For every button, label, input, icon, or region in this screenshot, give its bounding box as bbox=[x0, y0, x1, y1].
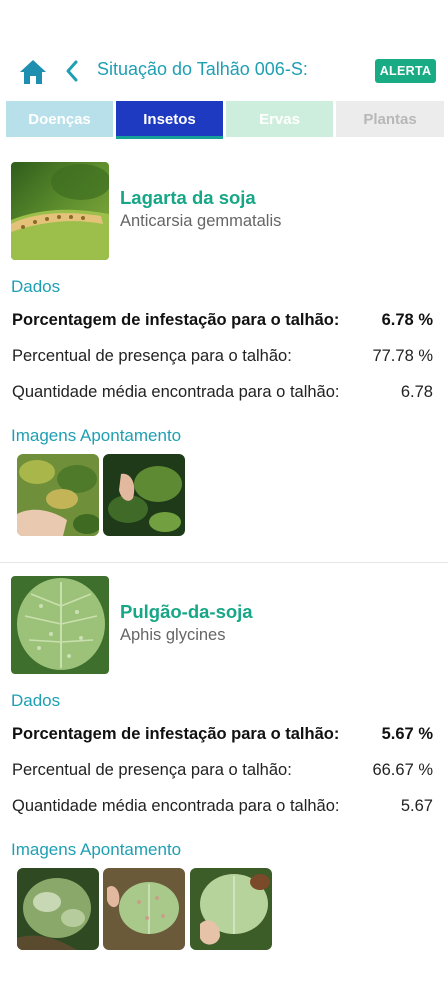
pest-name: Lagarta da soja bbox=[120, 187, 256, 208]
row-value: 77.78 % bbox=[372, 347, 433, 365]
row-value: 5.67 bbox=[400, 797, 433, 815]
row-label: Quantidade média encontrada para o talhã… bbox=[12, 797, 340, 815]
data-section-label: Dados bbox=[11, 691, 61, 710]
row-value: 5.67 % bbox=[381, 725, 433, 743]
row-label: Percentual de presença para o talhão: bbox=[12, 347, 292, 365]
back-chevron-icon[interactable] bbox=[62, 58, 82, 84]
row-label: Percentual de presença para o talhão: bbox=[12, 761, 292, 779]
row-value: 6.78 bbox=[400, 383, 433, 401]
aphid-leaf-photo bbox=[11, 576, 109, 674]
category-tabs: Doenças Insetos Ervas Plantas bbox=[6, 101, 444, 139]
images-section-label: Imagens Apontamento bbox=[11, 426, 182, 445]
tab-plantas[interactable]: Plantas bbox=[336, 101, 444, 137]
field-photo[interactable] bbox=[190, 868, 272, 950]
alert-badge[interactable]: ALERTA bbox=[375, 59, 436, 83]
card-divider bbox=[0, 562, 448, 563]
active-tab-indicator bbox=[116, 136, 223, 139]
tab-doencas[interactable]: Doenças bbox=[6, 101, 113, 137]
page-title: Situação do Talhão 006-S: bbox=[97, 59, 308, 79]
tab-ervas[interactable]: Ervas bbox=[226, 101, 333, 137]
header: Situação do Talhão 006-S: ALERTA bbox=[0, 52, 448, 90]
field-photo[interactable] bbox=[103, 868, 185, 950]
row-label: Porcentagem de infestação para o talhão: bbox=[12, 311, 340, 329]
row-value: 6.78 % bbox=[381, 311, 433, 329]
field-photo[interactable] bbox=[17, 454, 99, 536]
field-photo[interactable] bbox=[17, 868, 99, 950]
home-icon[interactable] bbox=[18, 58, 48, 86]
pest-scientific-name: Anticarsia gemmatalis bbox=[120, 212, 282, 230]
row-value: 66.67 % bbox=[372, 761, 433, 779]
images-section-label: Imagens Apontamento bbox=[11, 840, 182, 859]
row-label: Porcentagem de infestação para o talhão: bbox=[12, 725, 340, 743]
pest-name: Pulgão-da-soja bbox=[120, 601, 253, 622]
tab-insetos[interactable]: Insetos bbox=[116, 101, 223, 137]
field-photo[interactable] bbox=[103, 454, 185, 536]
row-label: Quantidade média encontrada para o talhã… bbox=[12, 383, 340, 401]
pest-scientific-name: Aphis glycines bbox=[120, 626, 226, 644]
data-section-label: Dados bbox=[11, 277, 61, 296]
caterpillar-photo bbox=[11, 162, 109, 260]
